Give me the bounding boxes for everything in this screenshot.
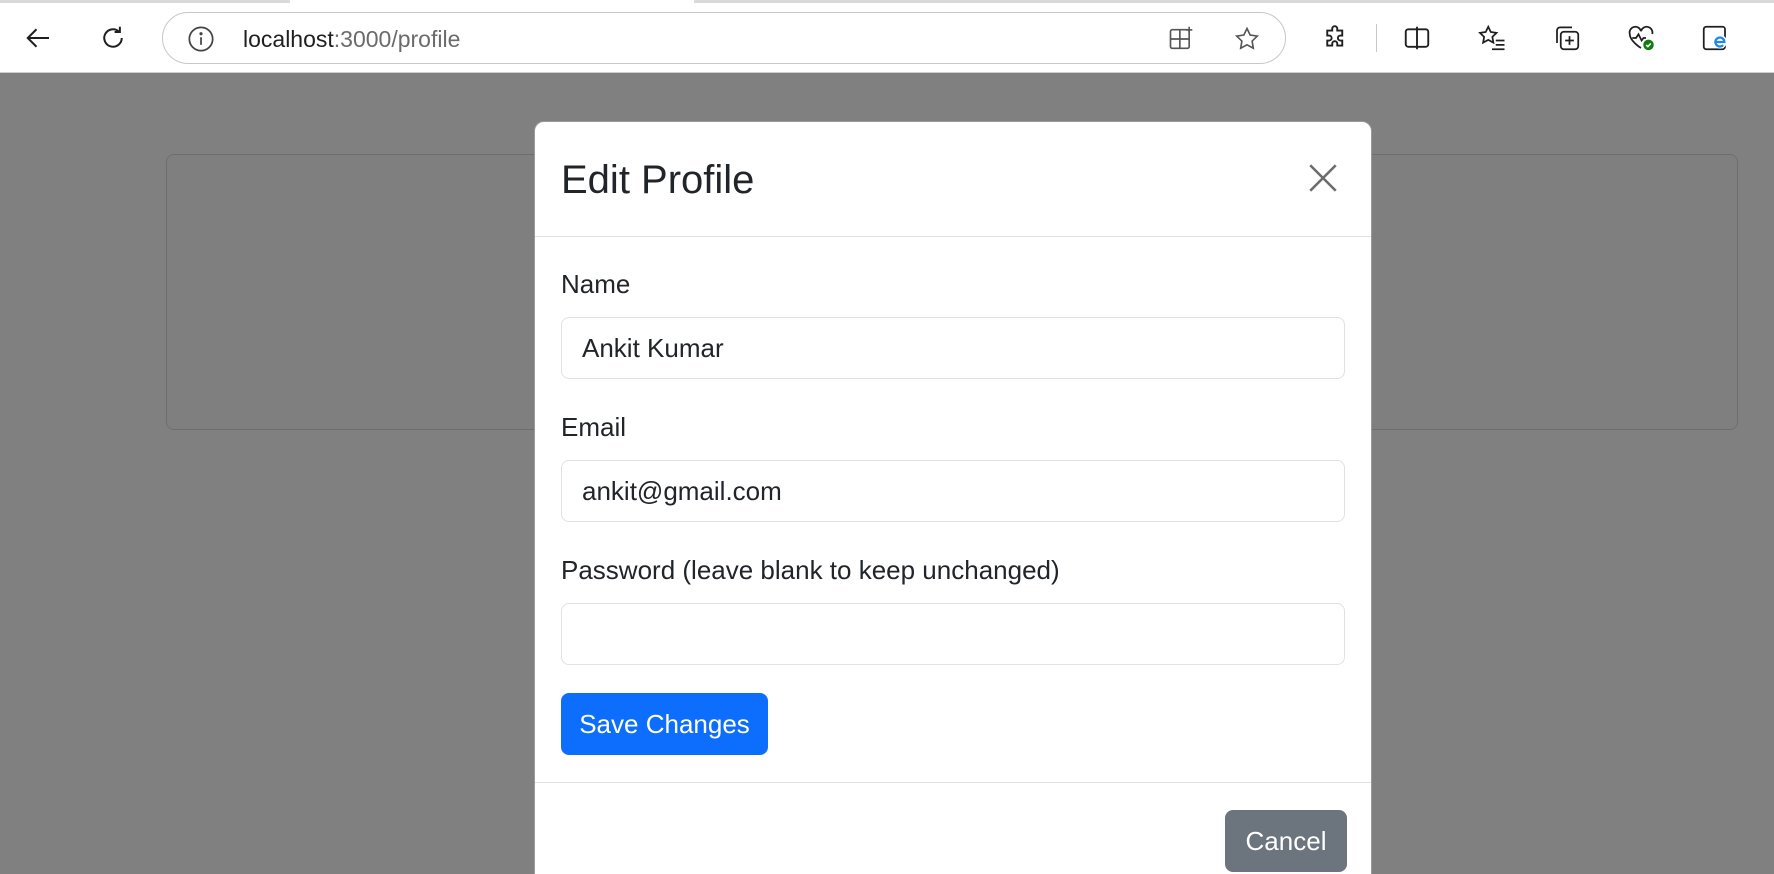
app-available-icon[interactable] xyxy=(1165,23,1197,55)
url-text[interactable]: localhost:3000/profile xyxy=(243,26,460,53)
active-tab[interactable] xyxy=(290,0,694,3)
email-field[interactable] xyxy=(561,460,1345,522)
modal-header: Edit Profile xyxy=(535,122,1371,237)
ie-mode-icon[interactable] xyxy=(1695,18,1735,58)
password-label: Password (leave blank to keep unchanged) xyxy=(561,555,1060,585)
name-label: Name xyxy=(561,269,631,299)
collections-icon[interactable] xyxy=(1547,18,1587,58)
extensions-icon[interactable] xyxy=(1316,18,1356,58)
back-icon[interactable] xyxy=(19,18,59,58)
password-field[interactable] xyxy=(561,603,1345,665)
cancel-button[interactable]: Cancel xyxy=(1225,810,1347,872)
address-bar[interactable]: localhost:3000/profile xyxy=(162,12,1286,64)
edit-profile-modal: Edit Profile Name Email Password (leave … xyxy=(534,121,1372,874)
browser-essentials-icon[interactable] xyxy=(1621,18,1661,58)
browser-toolbar: localhost:3000/profile xyxy=(0,0,1774,73)
modal-footer: Cancel xyxy=(535,782,1371,874)
split-screen-icon[interactable] xyxy=(1397,18,1437,58)
favorites-icon[interactable] xyxy=(1472,18,1512,58)
url-path: :3000/profile xyxy=(333,26,461,52)
email-label: Email xyxy=(561,412,627,442)
save-changes-button[interactable]: Save Changes xyxy=(561,693,768,755)
favorite-star-icon[interactable] xyxy=(1231,23,1263,55)
modal-title: Edit Profile xyxy=(561,158,755,202)
close-icon[interactable] xyxy=(1305,160,1341,196)
info-icon[interactable] xyxy=(187,25,215,53)
refresh-icon[interactable] xyxy=(93,18,133,58)
name-field[interactable] xyxy=(561,317,1345,379)
toolbar-separator xyxy=(1376,24,1377,52)
tab-strip xyxy=(0,0,1774,3)
url-host: localhost xyxy=(243,26,334,52)
